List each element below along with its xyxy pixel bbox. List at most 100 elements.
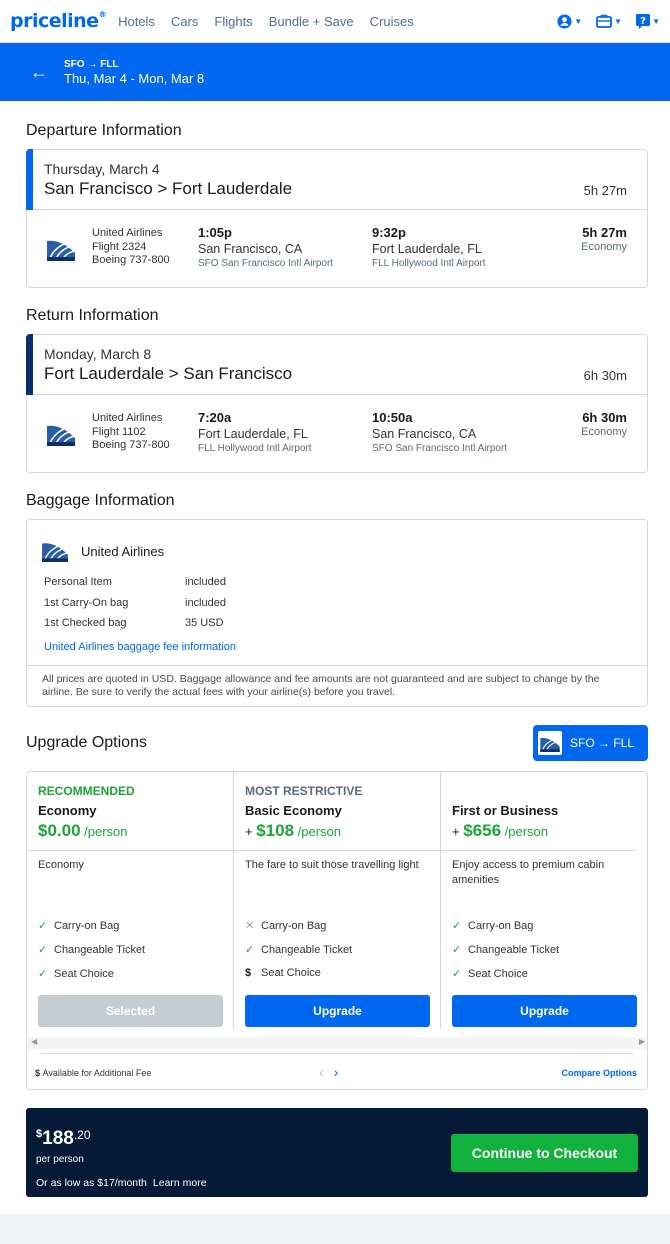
check-icon: ✓ xyxy=(38,920,48,932)
selected-button[interactable]: Selected xyxy=(38,995,223,1027)
fare-price: + $656 /person xyxy=(452,821,549,840)
fare-option-first-business: First or Business + $656 /person Enjoy a… xyxy=(441,772,647,1037)
nav-link-bundle[interactable]: Bundle + Save xyxy=(269,14,354,29)
departure-total-duration: 5h 27m xyxy=(582,225,627,240)
return-arr-city: San Francisco, CA xyxy=(372,427,477,441)
chevron-down-icon: ▼ xyxy=(652,16,660,26)
departure-cabin: Economy xyxy=(581,241,627,253)
return-dep-city: Fort Lauderdale, FL xyxy=(198,427,308,441)
fare-feature: ✓ Changeable Ticket xyxy=(245,943,353,957)
departure-arr-airport: FLL Hollywood Intl Airport xyxy=(372,258,486,269)
compare-options-link[interactable]: Compare Options xyxy=(561,1068,637,1078)
fare-name: Economy xyxy=(38,803,97,818)
return-total-duration: 6h 30m xyxy=(582,410,627,425)
fare-feature: $ Seat Choice xyxy=(245,967,321,979)
horizontal-scrollbar[interactable]: ◀ ▶ xyxy=(27,1037,647,1049)
return-cabin: Economy xyxy=(581,426,627,438)
upgrade-button[interactable]: Upgrade xyxy=(452,995,637,1027)
departure-section-title: Departure Information xyxy=(26,122,182,139)
baggage-card: United Airlines Personal Item included 1… xyxy=(26,519,648,707)
fare-description: The fare to suit those travelling light xyxy=(245,859,419,871)
fare-name: First or Business xyxy=(452,803,559,818)
learn-more-link[interactable]: Learn more xyxy=(153,1177,207,1189)
check-icon: ✓ xyxy=(38,968,48,980)
baggage-label: Personal Item xyxy=(44,576,112,588)
upgrade-section-title: Upgrade Options xyxy=(26,734,147,751)
nav-link-hotels[interactable]: Hotels xyxy=(118,14,155,29)
checkout-bar: $188.20 per person Or as low as $17/mont… xyxy=(26,1108,648,1197)
baggage-label: 1st Carry-On bag xyxy=(44,597,129,609)
return-duration: 6h 30m xyxy=(583,368,627,383)
fare-description: Enjoy access to premium cabin amenities xyxy=(452,859,605,886)
footer-band xyxy=(0,1214,670,1244)
chevron-right-icon[interactable]: › xyxy=(334,1064,339,1080)
return-dep-airport: FLL Hollywood Intl Airport xyxy=(198,443,312,454)
priceline-logo[interactable]: priceline® xyxy=(10,10,107,32)
departure-duration: 5h 27m xyxy=(583,183,627,198)
dollar-icon: $ xyxy=(245,967,252,979)
departure-route: San Francisco > Fort Lauderdale xyxy=(44,179,293,198)
baggage-value: included xyxy=(185,576,226,588)
return-airline: United Airlines xyxy=(92,412,163,424)
return-arr-time: 10:50a xyxy=(372,410,413,425)
united-airlines-logo xyxy=(538,731,562,755)
scroll-right-icon[interactable]: ▶ xyxy=(639,1037,645,1046)
departure-dep-airport: SFO San Francisco Intl Airport xyxy=(198,258,334,269)
account-menu[interactable]: ▼ xyxy=(557,13,582,29)
departure-dep-city: San Francisco, CA xyxy=(198,242,303,256)
fare-option-economy: RECOMMENDED Economy $0.00 /person Econom… xyxy=(27,772,234,1037)
departure-day: Thursday, March 4 xyxy=(44,161,160,177)
chevron-left-icon[interactable]: ‹ xyxy=(319,1064,324,1080)
back-arrow-icon[interactable]: ← xyxy=(30,63,48,81)
check-icon: ✓ xyxy=(452,944,462,956)
upgrade-badge-route: SFO → FLL xyxy=(570,736,635,750)
fare-feature: ✓ Carry-on Bag xyxy=(452,919,534,933)
trip-header: ← SFO → FLL Thu, Mar 4 - Mon, Mar 8 xyxy=(0,43,670,101)
fare-feature: ✓ Carry-on Bag xyxy=(38,919,120,933)
fare-option-basic-economy: MOST RESTRICTIVE Basic Economy + $108 /p… xyxy=(234,772,441,1037)
departure-flight-number: Flight 2324 xyxy=(92,240,147,253)
return-card: Monday, March 8 Fort Lauderdale > San Fr… xyxy=(26,334,648,473)
fare-tag: RECOMMENDED xyxy=(38,784,135,798)
financing-note: Or as low as $17/month Learn more xyxy=(36,1177,207,1189)
upgrade-route-badge[interactable]: SFO → FLL xyxy=(533,725,648,761)
help-menu[interactable]: ? ▼ xyxy=(636,13,660,29)
fare-feature: ✓ Changeable Ticket xyxy=(452,943,560,957)
nav-link-cruises[interactable]: Cruises xyxy=(370,14,414,29)
header-route: SFO → FLL xyxy=(64,58,119,70)
fare-tag: MOST RESTRICTIVE xyxy=(245,784,363,798)
departure-accent xyxy=(26,149,33,210)
return-arr-airport: SFO San Francisco Intl Airport xyxy=(372,443,508,454)
upgrade-button[interactable]: Upgrade xyxy=(245,995,430,1027)
return-dep-time: 7:20a xyxy=(198,410,232,425)
svg-text:?: ? xyxy=(640,16,646,27)
top-nav: priceline® Hotels Cars Flights Bundle + … xyxy=(0,0,670,43)
scroll-left-icon[interactable]: ◀ xyxy=(31,1037,37,1046)
nav-link-flights[interactable]: Flights xyxy=(214,14,252,29)
per-person-label: per person xyxy=(36,1154,84,1165)
check-icon: ✓ xyxy=(38,944,48,956)
options-pager: ‹ › xyxy=(319,1064,338,1080)
baggage-value: included xyxy=(185,597,226,609)
departure-arr-city: Fort Lauderdale, FL xyxy=(372,242,482,256)
fare-name: Basic Economy xyxy=(245,803,342,818)
united-airlines-logo xyxy=(47,420,75,446)
departure-dep-time: 1:05p xyxy=(198,225,232,240)
check-icon: ✓ xyxy=(452,968,462,980)
nav-link-cars[interactable]: Cars xyxy=(171,14,198,29)
trips-menu[interactable]: ▼ xyxy=(596,14,622,28)
united-airlines-logo xyxy=(47,235,75,261)
divider xyxy=(42,1053,634,1054)
return-route: Fort Lauderdale > San Francisco xyxy=(44,364,293,383)
baggage-disclaimer: All prices are quoted in USD. Baggage al… xyxy=(27,665,647,699)
dollar-icon: $ xyxy=(35,1068,43,1078)
departure-card: Thursday, March 4 San Francisco > Fort L… xyxy=(26,149,648,288)
continue-to-checkout-button[interactable]: Continue to Checkout xyxy=(451,1134,638,1172)
total-price: $188.20 xyxy=(36,1128,91,1149)
return-aircraft: Boeing 737-800 xyxy=(92,439,170,451)
divider xyxy=(441,850,635,851)
briefcase-icon xyxy=(596,14,613,28)
fare-feature: ✓ Changeable Ticket xyxy=(38,943,146,957)
baggage-fee-link[interactable]: United Airlines baggage fee information xyxy=(44,641,236,653)
united-airlines-logo xyxy=(42,538,68,562)
